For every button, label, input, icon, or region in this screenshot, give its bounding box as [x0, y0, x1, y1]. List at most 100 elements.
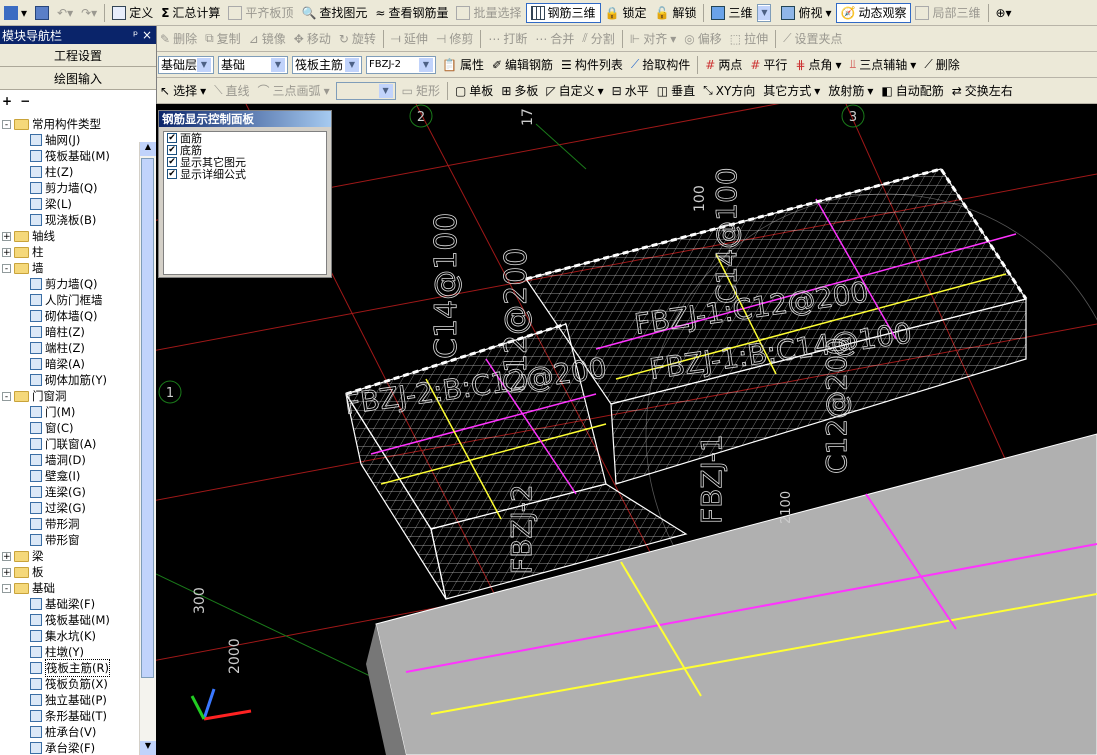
tree-item[interactable]: 剪力墙(Q): [30, 276, 98, 292]
extend-button[interactable]: ⟞ 延伸: [387, 29, 432, 49]
tree-item[interactable]: 筏板基础(M): [30, 148, 110, 164]
component-list-button[interactable]: ☰ 构件列表: [557, 55, 627, 75]
swap-lr-button[interactable]: ⇄ 交换左右: [948, 81, 1017, 101]
custom-button[interactable]: ◸ 自定义 ▾: [542, 81, 607, 101]
component-select[interactable]: FBZJ-2 ▼: [366, 55, 436, 74]
point-angle-button[interactable]: ⋕ 点角 ▾: [791, 55, 845, 75]
move-button[interactable]: ✥ 移动: [290, 29, 335, 49]
tree-item[interactable]: 条形基础(T): [30, 708, 107, 724]
scroll-thumb[interactable]: [141, 158, 154, 678]
auto-rebar-button[interactable]: ◧ 自动配筋: [877, 81, 947, 101]
tree-item[interactable]: 暗梁(A): [30, 356, 85, 372]
expand-icon[interactable]: +: [2, 247, 11, 257]
tree-scrollbar[interactable]: ▲ ▼: [139, 142, 156, 755]
type-select[interactable]: 筏板主筋 ▼: [292, 55, 362, 74]
three-point-axis-button[interactable]: ⫫ 三点辅轴 ▾: [846, 55, 921, 75]
rebar-3d-button[interactable]: 钢筋三维: [525, 2, 601, 23]
undo-icon[interactable]: ↶▾: [53, 3, 77, 23]
tree-folder[interactable]: + 梁: [2, 548, 44, 564]
expand-icon[interactable]: +: [2, 551, 11, 561]
tree-folder[interactable]: - 基础: [2, 580, 55, 596]
open-menu-icon[interactable]: ▾: [0, 3, 31, 23]
scroll-down-icon[interactable]: ▼: [140, 741, 156, 755]
single-slab-button[interactable]: ▢ 单板: [451, 81, 497, 101]
partial-3d-button[interactable]: 局部三维: [911, 3, 984, 23]
unlock-button[interactable]: 🔓 解锁: [650, 3, 700, 23]
tree-folder[interactable]: - 常用构件类型: [2, 116, 101, 132]
scroll-up-icon[interactable]: ▲: [140, 142, 156, 156]
tree-item[interactable]: 窗(C): [30, 420, 74, 436]
tree-item[interactable]: 剪力墙(Q): [30, 180, 98, 196]
tree-folder[interactable]: + 柱: [2, 244, 44, 260]
edit-rebar-button[interactable]: ✐ 编辑钢筋: [488, 55, 557, 75]
pin-close-icons[interactable]: ᵖ ×: [133, 28, 156, 42]
two-points-button[interactable]: # 两点: [701, 55, 746, 75]
tree-item[interactable]: 独立基础(P): [30, 692, 107, 708]
tree-item[interactable]: 承台梁(F): [30, 740, 95, 755]
tree-item[interactable]: 门联窗(A): [30, 436, 96, 452]
tree-item[interactable]: 带形窗: [30, 532, 80, 548]
tree-item[interactable]: 筏板基础(M): [30, 612, 110, 628]
xy-direction-button[interactable]: ⤡ XY方向: [699, 81, 759, 101]
tree-item[interactable]: 墙洞(D): [30, 452, 86, 468]
arc-button[interactable]: ⌒ 三点画弧 ▾: [254, 81, 334, 101]
tree-item[interactable]: 现浇板(B): [30, 212, 96, 228]
redo-icon[interactable]: ↷▾: [77, 3, 101, 23]
define-button[interactable]: 定义: [108, 3, 157, 23]
tree-folder[interactable]: + 板: [2, 564, 44, 580]
vertical-button[interactable]: ◫ 垂直: [653, 81, 699, 101]
zoom-icon[interactable]: ⊕▾: [992, 3, 1016, 23]
save-icon[interactable]: [31, 3, 53, 23]
lock-button[interactable]: 🔒 锁定: [601, 3, 651, 23]
delete-axis-button[interactable]: ⟋ 删除: [920, 55, 963, 75]
tree-item[interactable]: 砌体加筋(Y): [30, 372, 107, 388]
tree-folder[interactable]: + 轴线: [2, 228, 55, 244]
floor-select[interactable]: 基础层 ▼: [158, 55, 214, 74]
find-element-button[interactable]: 🔍 查找图元: [297, 3, 371, 23]
expand-icon[interactable]: +: [2, 567, 11, 577]
top-view-button[interactable]: 俯视 ▾: [777, 3, 835, 23]
parallel-button[interactable]: # 平行: [746, 55, 791, 75]
align-button[interactable]: ⊩ 对齐 ▾: [626, 29, 681, 49]
tree-item[interactable]: 带形洞: [30, 516, 80, 532]
multi-slab-button[interactable]: ⊞ 多板: [497, 81, 542, 101]
break-button[interactable]: ⋯ 打断: [484, 29, 531, 49]
rotate-button[interactable]: ↻ 旋转: [335, 29, 380, 49]
tree-item[interactable]: 集水坑(K): [30, 628, 96, 644]
tree-folder[interactable]: -墙: [2, 260, 44, 276]
rect-button[interactable]: ▭ 矩形: [398, 81, 444, 101]
arc-mode-select[interactable]: ▼: [335, 81, 396, 100]
offset-button[interactable]: ◎ 偏移: [680, 29, 726, 49]
expand-all-icon[interactable]: +: [2, 94, 12, 108]
tree-item[interactable]: 筏板主筋(R): [30, 659, 110, 677]
checkbox-icon[interactable]: ✔: [167, 169, 177, 179]
flush-top-button[interactable]: 平齐板顶: [224, 3, 297, 23]
view-rebar-qty-button[interactable]: ≈ 查看钢筋量: [371, 3, 452, 23]
tree-item[interactable]: 壁龛(I): [30, 468, 80, 484]
collapse-icon[interactable]: -: [2, 391, 11, 401]
rebar-option-checkbox[interactable]: ✔ 显示详细公式: [164, 168, 326, 181]
delete-button[interactable]: ✎ 删除: [156, 29, 201, 49]
tree-item[interactable]: 砌体墙(Q): [30, 308, 98, 324]
tree-item[interactable]: 过梁(G): [30, 500, 86, 516]
tree-item[interactable]: 端柱(Z): [30, 340, 85, 356]
checkbox-icon[interactable]: ✔: [167, 133, 177, 143]
mirror-button[interactable]: ⊿ 镜像: [245, 29, 290, 49]
properties-button[interactable]: 📋 属性: [438, 55, 488, 75]
batch-select-button[interactable]: 批量选择: [452, 3, 525, 23]
tree-item[interactable]: 基础梁(F): [30, 596, 95, 612]
tree-folder[interactable]: - 门窗洞: [2, 388, 67, 404]
project-settings-button[interactable]: 工程设置: [0, 44, 156, 67]
tree-item[interactable]: 门(M): [30, 404, 75, 420]
merge-button[interactable]: ⋯ 合并: [531, 29, 578, 49]
tree-item[interactable]: 梁(L): [30, 196, 72, 212]
pick-component-button[interactable]: ⟋ 拾取构件: [627, 55, 694, 75]
collapse-icon[interactable]: -: [2, 583, 11, 593]
tree-item[interactable]: 人防门框墙: [30, 292, 103, 308]
category-select[interactable]: 基础 ▼: [218, 55, 288, 74]
line-button[interactable]: ⟍ 直线: [210, 81, 253, 101]
expand-icon[interactable]: +: [2, 231, 11, 241]
select-button[interactable]: ↖ 选择 ▾: [156, 81, 210, 101]
tree-item[interactable]: 筏板负筋(X): [30, 676, 108, 692]
view-3d-dropdown[interactable]: 三维 ▼: [707, 3, 777, 23]
